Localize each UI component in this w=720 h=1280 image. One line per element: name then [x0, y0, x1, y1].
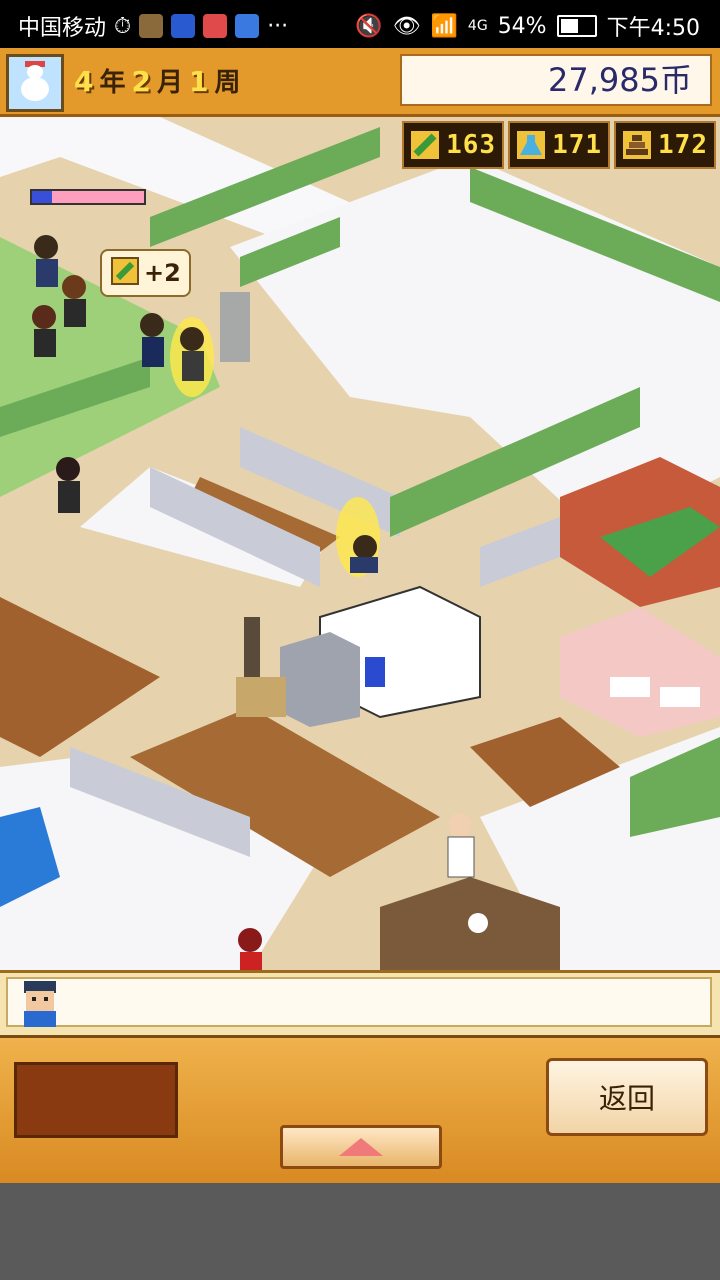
- stat-science-value: 171: [552, 130, 603, 160]
- week-value: 1: [189, 65, 209, 98]
- month-unit: 月: [156, 68, 183, 98]
- year-unit: 年: [99, 68, 126, 98]
- stat-study: 163: [402, 121, 505, 169]
- popup-value: +2: [144, 259, 181, 287]
- student-meter-fill: [32, 191, 53, 203]
- eye-icon: 👁: [392, 13, 421, 39]
- status-bar: 中国移动 ⏱ ··· 🔇 👁 📶 4G 54% 下午4:50: [0, 0, 720, 48]
- carrier-label: 中国移动: [18, 16, 107, 41]
- weibo-app-icon: [203, 14, 228, 38]
- stat-culture: 172: [614, 121, 716, 169]
- research-stats: 163 171 172: [402, 121, 716, 169]
- network-label: 4G: [467, 18, 488, 34]
- alarm-icon: ⏱: [114, 13, 132, 39]
- battery-icon: [556, 15, 597, 37]
- advisor-avatar: [24, 981, 56, 1027]
- arrow-up-icon: [339, 1138, 383, 1156]
- expand-menu-button[interactable]: [280, 1125, 442, 1169]
- stat-gain-popup: +2: [100, 249, 191, 297]
- clock: 下午4:50: [606, 16, 700, 41]
- pencil-icon: [110, 256, 140, 290]
- mute-icon: 🔇: [355, 13, 383, 39]
- browser-app-icon: [235, 14, 260, 38]
- message-bar: [0, 970, 720, 1035]
- bottom-panel: 返回: [0, 1035, 720, 1183]
- flask-icon: [516, 130, 546, 160]
- game-map[interactable]: +2 163 171 172: [0, 117, 720, 970]
- month-value: 2: [131, 65, 151, 98]
- week-unit: 周: [214, 68, 241, 98]
- back-button[interactable]: 返回: [546, 1058, 708, 1136]
- more-notifications-icon: ···: [267, 13, 289, 39]
- game-app-icon: [139, 14, 164, 38]
- stat-culture-value: 172: [658, 130, 708, 160]
- stat-study-value: 163: [446, 130, 497, 160]
- school-map-art: [0, 117, 720, 970]
- battery-percent: 54%: [497, 13, 547, 39]
- stat-science: 171: [508, 121, 611, 169]
- student-meter: [30, 189, 146, 205]
- money-display: 27,985币: [400, 54, 712, 106]
- year-value: 4: [74, 65, 94, 98]
- game-date: 4 年 2 月 1 周: [74, 62, 241, 99]
- top-hud: 4 年 2 月 1 周 27,985币: [0, 48, 720, 117]
- book-stack-icon: [622, 130, 652, 160]
- shield-app-icon: [171, 14, 196, 38]
- snowman-season-icon[interactable]: [6, 54, 64, 112]
- wifi-icon: 📶: [430, 13, 458, 39]
- empty-slot: [14, 1062, 178, 1138]
- pencil-icon: [410, 130, 440, 160]
- message-box: [6, 977, 712, 1027]
